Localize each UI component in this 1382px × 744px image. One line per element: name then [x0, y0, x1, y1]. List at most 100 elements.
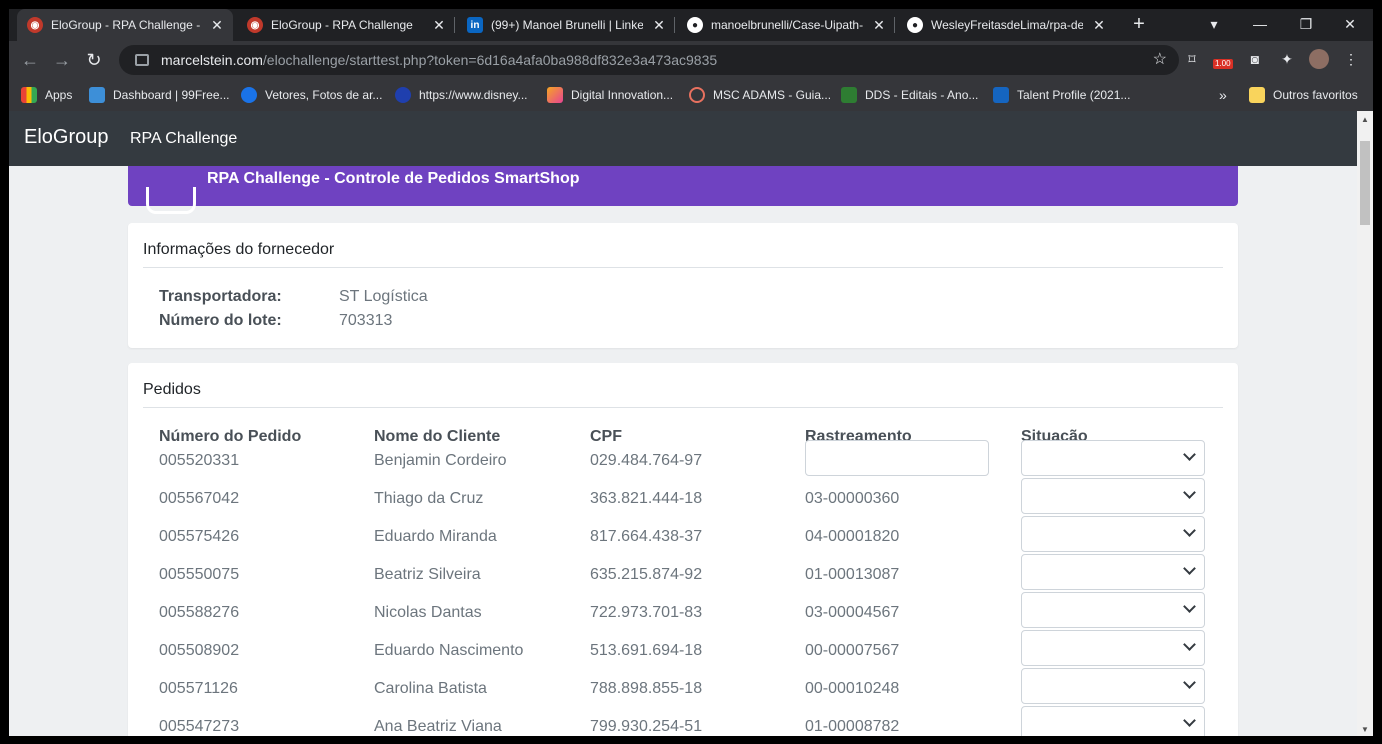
bookmark-label: Vetores, Fotos de ar...	[265, 88, 383, 102]
tab-title: manoelbrunelli/Case-Uipath-	[711, 18, 863, 32]
cpf-cell: 029.484.764-97	[590, 452, 703, 469]
bookmark-msc-adams[interactable]: MSC ADAMS - Guia...	[689, 79, 831, 111]
puzzle-extensions-icon[interactable]: ✦	[1277, 49, 1297, 69]
status-select[interactable]	[1021, 630, 1205, 666]
minimize-button[interactable]: —	[1237, 9, 1283, 41]
profile-avatar[interactable]	[1309, 49, 1329, 69]
tab-elogroup[interactable]: ◉ EloGroup - RPA Challenge ✕	[237, 9, 455, 41]
lock-icon	[135, 54, 149, 66]
apps-grid-icon	[21, 87, 37, 103]
close-window-button[interactable]: ✕	[1327, 9, 1373, 41]
bookmarks-overflow-button[interactable]: »	[1219, 79, 1227, 111]
banner-title: RPA Challenge - Controle de Pedidos Smar…	[207, 170, 580, 187]
order-number-cell: 005520331	[159, 452, 240, 469]
order-number-cell: 005575426	[159, 528, 240, 545]
nav-rpa-challenge[interactable]: RPA Challenge	[130, 130, 237, 148]
navbar-brand[interactable]: EloGroup	[24, 126, 109, 149]
tab-linkedin[interactable]: in (99+) Manoel Brunelli | Linked ✕	[457, 9, 675, 41]
close-icon[interactable]: ✕	[209, 17, 225, 34]
scroll-up-icon[interactable]: ▲	[1361, 115, 1369, 124]
dashboard-icon	[89, 87, 105, 103]
extension-badge: 1.00	[1213, 59, 1233, 69]
bookmark-label: Dashboard | 99Free...	[113, 88, 230, 102]
order-number-cell: 005567042	[159, 490, 240, 507]
status-select[interactable]	[1021, 592, 1205, 628]
chevron-down-icon	[1183, 676, 1196, 689]
restore-button[interactable]: ❐	[1283, 9, 1329, 41]
tab-title: (99+) Manoel Brunelli | Linked	[491, 18, 643, 32]
status-select[interactable]	[1021, 516, 1205, 552]
tracking-cell: 03-00000360	[805, 490, 900, 507]
bookmark-star-icon[interactable]: ☆	[1153, 49, 1167, 69]
glasses-extension-icon[interactable]: ◙	[1245, 49, 1265, 69]
col-cpf: CPF	[590, 428, 622, 445]
bookmark-other-folder[interactable]: Outros favoritos	[1249, 79, 1358, 111]
supplier-card: Informações do fornecedor Transportadora…	[128, 223, 1238, 348]
status-select[interactable]	[1021, 478, 1205, 514]
linkedin-icon: in	[467, 17, 483, 33]
bookmark-dashboard[interactable]: Dashboard | 99Free...	[89, 79, 230, 111]
scrollbar-thumb[interactable]	[1360, 141, 1370, 225]
bookmark-vetores[interactable]: Vetores, Fotos de ar...	[241, 79, 382, 111]
freepik-icon	[241, 87, 257, 103]
browser-window: ◉ EloGroup - RPA Challenge - C ✕ ◉ EloGr…	[9, 9, 1373, 736]
site-navbar: EloGroup RPA Challenge	[9, 111, 1357, 166]
screenshot-extension-icon[interactable]: ⌑	[1182, 49, 1202, 69]
tracking-cell: 00-00007567	[805, 642, 900, 659]
client-name-cell: Ana Beatriz Viana	[374, 718, 502, 735]
client-name-cell: Benjamin Cordeiro	[374, 452, 507, 469]
chevron-down-icon	[1183, 714, 1196, 727]
order-number-cell: 005588276	[159, 604, 240, 621]
dds-icon	[841, 87, 857, 103]
bookmark-talent-profile[interactable]: Talent Profile (2021...	[993, 79, 1130, 111]
client-name-cell: Eduardo Nascimento	[374, 642, 524, 659]
forward-icon[interactable]: →	[49, 47, 75, 73]
chevron-down-icon	[1183, 448, 1196, 461]
cpf-cell: 788.898.855-18	[590, 680, 703, 697]
bookmark-label: DDS - Editais - Ano...	[865, 88, 979, 102]
close-icon[interactable]: ✕	[651, 17, 667, 34]
tab-title: WesleyFreitasdeLima/rpa-dev	[931, 18, 1083, 32]
bookmarks-bar: Apps Dashboard | 99Free... Vetores, Foto…	[9, 79, 1373, 112]
extension-badge-icon[interactable]: 1.00	[1213, 49, 1237, 69]
cpf-cell: 722.973.701-83	[590, 604, 703, 621]
close-icon[interactable]: ✕	[871, 17, 887, 34]
folder-icon	[1249, 87, 1265, 103]
browser-toolbar: ← → ↻ marcelstein.com/elochallenge/start…	[9, 41, 1373, 79]
chevron-down-icon	[1183, 524, 1196, 537]
address-bar[interactable]: marcelstein.com/elochallenge/starttest.p…	[119, 45, 1179, 75]
col-client-name: Nome do Cliente	[374, 428, 501, 445]
close-icon[interactable]: ✕	[1091, 17, 1107, 34]
back-icon[interactable]: ←	[17, 47, 43, 73]
bookmark-apps[interactable]: Apps	[21, 79, 72, 111]
cpf-cell: 817.664.438-37	[590, 528, 703, 545]
bookmark-dds[interactable]: DDS - Editais - Ano...	[841, 79, 978, 111]
tab-github-rpa[interactable]: ● WesleyFreitasdeLima/rpa-dev ✕	[897, 9, 1115, 41]
tab-github-case[interactable]: ● manoelbrunelli/Case-Uipath- ✕	[677, 9, 895, 41]
url-text: marcelstein.com/elochallenge/starttest.p…	[161, 52, 717, 68]
url-host: marcelstein.com	[161, 52, 263, 68]
tracking-cell: 03-00004567	[805, 604, 900, 621]
status-select[interactable]	[1021, 440, 1205, 476]
page-scrollbar[interactable]: ▲ ▼	[1357, 111, 1373, 736]
tab-search-icon[interactable]: ▾	[1191, 9, 1237, 41]
menu-kebab-icon[interactable]: ⋮	[1341, 49, 1361, 69]
tracking-cell: 00-00010248	[805, 680, 900, 697]
bookmark-digital-innovation[interactable]: Digital Innovation...	[547, 79, 673, 111]
talent-icon	[993, 87, 1009, 103]
tracking-input[interactable]	[805, 440, 989, 476]
bookmark-disney[interactable]: https://www.disney...	[395, 79, 528, 111]
order-number-cell: 005550075	[159, 566, 240, 583]
tracking-cell: 01-00013087	[805, 566, 900, 583]
scroll-down-icon[interactable]: ▼	[1361, 725, 1369, 734]
close-icon[interactable]: ✕	[431, 17, 447, 34]
tab-elogroup-active[interactable]: ◉ EloGroup - RPA Challenge - C ✕	[17, 9, 233, 41]
status-select[interactable]	[1021, 706, 1205, 736]
carrier-value: ST Logística	[339, 288, 428, 305]
order-number-cell: 005508902	[159, 642, 240, 659]
tab-title: EloGroup - RPA Challenge - C	[51, 18, 201, 32]
status-select[interactable]	[1021, 554, 1205, 590]
reload-icon[interactable]: ↻	[81, 47, 107, 73]
new-tab-button[interactable]: +	[1127, 13, 1151, 37]
status-select[interactable]	[1021, 668, 1205, 704]
